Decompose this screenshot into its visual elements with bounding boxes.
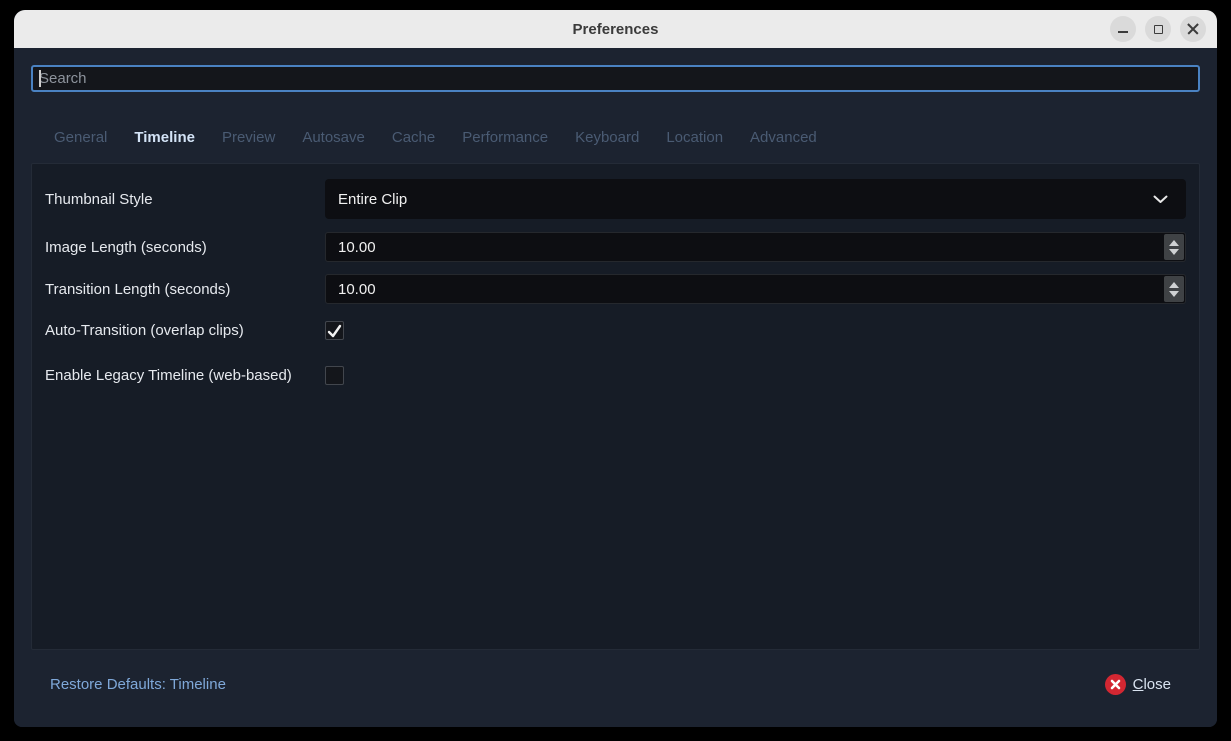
maximize-icon: [1154, 25, 1163, 34]
spin-up-button[interactable]: [1169, 282, 1179, 288]
setting-row-transition-length: Transition Length (seconds) 10.00: [45, 274, 1186, 304]
close-button-label: Close: [1133, 676, 1171, 693]
text-caret: [39, 70, 41, 87]
auto-transition-checkbox[interactable]: [325, 321, 344, 340]
minimize-button[interactable]: [1110, 16, 1136, 42]
spin-down-button[interactable]: [1169, 291, 1179, 297]
legacy-timeline-checkbox[interactable]: [325, 366, 344, 385]
setting-row-thumbnail-style: Thumbnail Style Entire Clip: [45, 179, 1186, 219]
tab-preview[interactable]: Preview: [222, 129, 275, 146]
spin-down-button[interactable]: [1169, 249, 1179, 255]
tab-timeline[interactable]: Timeline: [134, 129, 195, 146]
setting-label: Thumbnail Style: [45, 191, 325, 208]
setting-row-image-length: Image Length (seconds) 10.00: [45, 232, 1186, 262]
window-title: Preferences: [14, 21, 1217, 38]
setting-row-legacy-timeline: Enable Legacy Timeline (web-based): [45, 365, 1186, 386]
close-button[interactable]: Close: [1105, 672, 1171, 696]
spinbox-value: 10.00: [326, 239, 376, 256]
thumbnail-style-dropdown[interactable]: Entire Clip: [325, 179, 1186, 219]
tab-general[interactable]: General: [54, 129, 107, 146]
tab-location[interactable]: Location: [666, 129, 723, 146]
chevron-down-icon: [1153, 195, 1168, 204]
arrow-up-icon: [1169, 240, 1179, 246]
spinbox-stepper: [1164, 234, 1184, 260]
dropdown-selected-value: Entire Clip: [325, 191, 407, 208]
preferences-window: Preferences General Timeline Preview Aut…: [14, 10, 1217, 727]
close-x-icon: [1110, 679, 1121, 690]
setting-label: Auto-Transition (overlap clips): [45, 322, 325, 339]
spinbox-value: 10.00: [326, 281, 376, 298]
window-controls: [1110, 16, 1206, 42]
tab-bar: General Timeline Preview Autosave Cache …: [54, 122, 817, 152]
setting-label: Image Length (seconds): [45, 239, 325, 256]
spin-up-button[interactable]: [1169, 240, 1179, 246]
transition-length-spinbox[interactable]: 10.00: [325, 274, 1186, 304]
arrow-up-icon: [1169, 282, 1179, 288]
close-icon: [1187, 23, 1199, 35]
close-circle-icon: [1105, 674, 1126, 695]
setting-row-auto-transition: Auto-Transition (overlap clips): [45, 320, 1186, 341]
arrow-down-icon: [1169, 291, 1179, 297]
spinbox-stepper: [1164, 276, 1184, 302]
checkmark-icon: [327, 324, 342, 338]
search-input[interactable]: [31, 65, 1200, 92]
settings-panel: Thumbnail Style Entire Clip Image Length…: [31, 163, 1200, 650]
minimize-icon: [1118, 31, 1128, 33]
setting-label: Enable Legacy Timeline (web-based): [45, 367, 325, 384]
restore-defaults-button[interactable]: Restore Defaults: Timeline: [50, 673, 226, 695]
close-window-button[interactable]: [1180, 16, 1206, 42]
tab-advanced[interactable]: Advanced: [750, 129, 817, 146]
maximize-button[interactable]: [1145, 16, 1171, 42]
dialog-body: General Timeline Preview Autosave Cache …: [14, 48, 1217, 727]
image-length-spinbox[interactable]: 10.00: [325, 232, 1186, 262]
tab-cache[interactable]: Cache: [392, 129, 435, 146]
arrow-down-icon: [1169, 249, 1179, 255]
tab-keyboard[interactable]: Keyboard: [575, 129, 639, 146]
setting-label: Transition Length (seconds): [45, 281, 325, 298]
search-container: [31, 65, 1200, 92]
tab-performance[interactable]: Performance: [462, 129, 548, 146]
tab-autosave[interactable]: Autosave: [302, 129, 365, 146]
titlebar: Preferences: [14, 10, 1217, 48]
